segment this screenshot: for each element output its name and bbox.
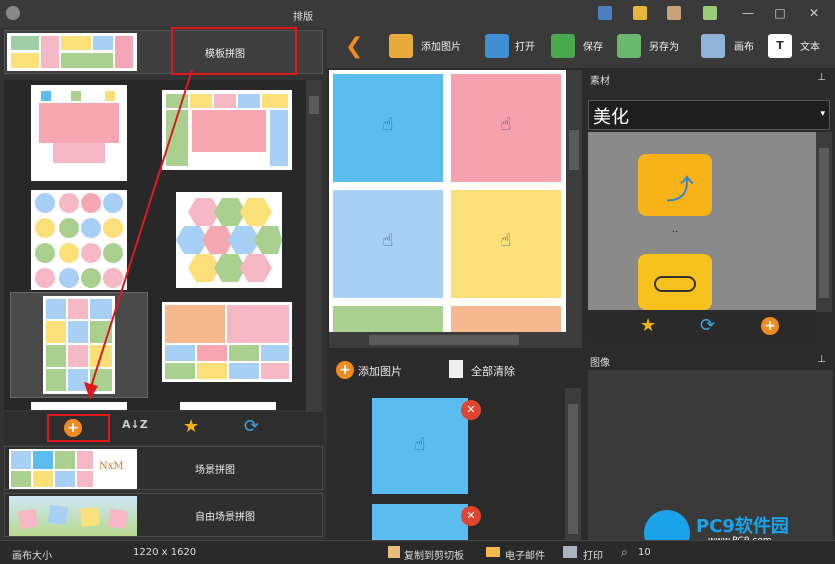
status-bar: 画布大小 1220 x 1620 复制到剪切板 电子邮件 打印 ⌕ 10	[0, 540, 835, 564]
material-actions-bar: ★ ⟳ +	[588, 312, 816, 340]
annotation-arrow	[84, 69, 193, 400]
parent-folder-label: ..	[672, 224, 679, 235]
refresh-icon[interactable]: ⟳	[244, 416, 259, 437]
scene-collage-item[interactable]: NxM 场景拼图	[4, 446, 323, 490]
remove-icon[interactable]: ✕	[461, 506, 481, 526]
pin-icon[interactable]: ⊥	[817, 354, 826, 365]
save-as-button[interactable]: 另存为	[649, 38, 679, 53]
title-bar: 排版 — □ ✕	[0, 0, 835, 28]
canvas-vscrollbar[interactable]	[566, 70, 582, 332]
canvas-icon[interactable]	[701, 34, 725, 58]
add-image-button[interactable]: 添加图片	[421, 38, 461, 53]
close-icon[interactable]: ✕	[807, 6, 821, 20]
image-list-scrollbar[interactable]	[565, 388, 581, 540]
material-category-value: 美化	[593, 107, 629, 128]
save-icon[interactable]	[551, 34, 575, 58]
minimize-icon[interactable]: —	[741, 6, 755, 20]
highlight-box	[47, 414, 110, 442]
scene-collage-label: 场景拼图	[195, 465, 235, 476]
zoom-value: 10	[638, 547, 651, 558]
clipboard-icon[interactable]	[388, 546, 400, 558]
doc-icon[interactable]	[598, 6, 612, 20]
back-arrow-icon[interactable]: ❮	[345, 34, 363, 59]
window-title: 排版	[293, 12, 313, 23]
open-folder-icon[interactable]	[485, 34, 509, 58]
add-image-icon[interactable]: +	[336, 361, 354, 379]
image-slot[interactable]: ☝	[372, 398, 468, 494]
collage-canvas[interactable]: ☝ ☝ ☝ ☝	[329, 70, 582, 348]
hand-pointer-icon: ☝	[414, 434, 426, 455]
material-category-select[interactable]: 美化 ▾	[588, 100, 830, 130]
canvas-cell[interactable]: ☝	[333, 190, 443, 298]
email-icon[interactable]	[486, 547, 500, 557]
palette-icon[interactable]	[703, 6, 717, 20]
canvas-cell[interactable]: ☝	[451, 74, 561, 182]
hand-pointer-icon: ☝	[500, 230, 512, 251]
refresh-icon[interactable]: ⟳	[700, 315, 715, 336]
main-toolbar: ❮ 添加图片 打开 保存 另存为 画布 T 文本	[327, 28, 835, 68]
folder-up-icon[interactable]: ⤴	[638, 154, 712, 216]
hand-pointer-icon: ☝	[382, 114, 394, 135]
free-scene-thumbnail	[9, 496, 137, 536]
material-header: 素材 ⊥	[590, 72, 832, 88]
watermark-brand: PC9软件园	[696, 516, 789, 537]
canvas-size-value: 1220 x 1620	[133, 547, 197, 558]
text-button[interactable]: 文本	[800, 38, 820, 53]
image-list-panel: + 添加图片 全部清除 ☝ ✕ ✕	[327, 352, 585, 540]
free-scene-collage-label: 自由场景拼图	[195, 512, 255, 523]
clear-all-button[interactable]: 全部清除	[471, 363, 515, 379]
save-as-icon[interactable]	[617, 34, 641, 58]
scene-thumbnail: NxM	[9, 449, 137, 489]
zoom-icon[interactable]: ⌕	[621, 545, 628, 560]
hand-pointer-icon: ☝	[500, 114, 512, 135]
remove-icon[interactable]: ✕	[461, 400, 481, 420]
maximize-icon[interactable]: □	[773, 6, 787, 20]
folder-glasses-icon[interactable]	[638, 254, 712, 310]
hand-pointer-icon: ☝	[382, 230, 394, 251]
add-icon[interactable]: +	[761, 317, 779, 335]
star-icon[interactable]: ★	[183, 416, 199, 437]
material-scrollbar[interactable]	[816, 132, 832, 312]
material-browser: ⤴ ..	[588, 132, 816, 310]
email-button[interactable]: 电子邮件	[505, 547, 545, 562]
scene-thumbnail-text: NxM	[99, 461, 124, 472]
profile-icon[interactable]	[667, 6, 681, 20]
save-button[interactable]: 保存	[583, 38, 603, 53]
canvas-cell[interactable]	[451, 306, 561, 332]
canvas-cell[interactable]: ☝	[451, 190, 561, 298]
printer-icon[interactable]	[563, 546, 577, 558]
copy-to-clipboard-button[interactable]: 复制到剪切板	[404, 547, 464, 562]
canvas-size-label: 画布大小	[12, 551, 52, 562]
text-icon[interactable]: T	[768, 34, 792, 58]
chevron-down-icon[interactable]: ▾	[820, 109, 825, 119]
star-icon[interactable]: ★	[640, 315, 656, 336]
add-image-icon[interactable]	[389, 34, 413, 58]
print-button[interactable]: 打印	[583, 547, 603, 562]
image-slot[interactable]	[372, 504, 468, 540]
canvas-hscrollbar[interactable]	[329, 332, 582, 348]
canvas-button[interactable]: 画布	[734, 38, 754, 53]
open-button[interactable]: 打开	[515, 38, 535, 53]
pencil-icon[interactable]	[633, 6, 647, 20]
sort-az-icon[interactable]: A↓Z	[122, 418, 148, 431]
pin-icon[interactable]: ⊥	[817, 72, 826, 83]
image-header: 图像 ⊥	[590, 354, 832, 370]
app-icon	[6, 6, 20, 20]
canvas-cell[interactable]: ☝	[333, 74, 443, 182]
image-panel: PC9软件园 www.PC9.com	[588, 370, 833, 556]
clear-all-icon[interactable]	[449, 360, 463, 378]
free-scene-collage-item[interactable]: 自由场景拼图	[4, 493, 323, 537]
left-scrollbar[interactable]	[306, 80, 322, 442]
canvas-cell[interactable]	[333, 306, 443, 332]
add-image-button[interactable]: 添加图片	[358, 363, 402, 379]
